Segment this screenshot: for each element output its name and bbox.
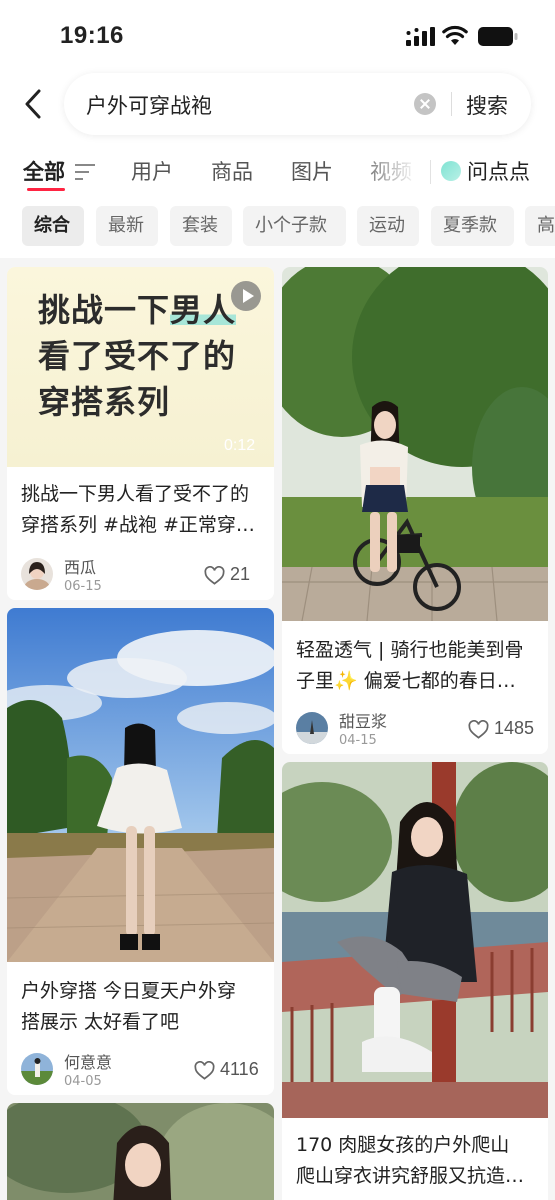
video-duration: 0:12 <box>224 437 256 454</box>
avatar[interactable] <box>21 1053 53 1085</box>
card-cover-image <box>282 267 548 621</box>
feed-card[interactable]: 户外穿搭 今日夏天户外穿 搭展示 太好看了吧 何意意 04-05 4116 <box>7 608 274 1095</box>
feed-card-video[interactable]: 挑战一下男人 看了受不了的 穿搭系列 0:12 挑战一下男人看了受不了的 穿搭系… <box>7 267 274 600</box>
back-arrow-icon[interactable] <box>18 86 50 122</box>
author-name[interactable]: 何意意 <box>64 1049 112 1073</box>
chip-set[interactable]: 套装 <box>170 206 232 246</box>
card-title: 子里✨ 偏爱七都的春日… <box>296 670 516 692</box>
filter-chips: 综合 最新 套装 小个子款 运动 夏季款 高 <box>0 206 555 246</box>
header-area: 19:16 户外可穿战袍 搜索 全部 用户 商品 图片 问点点 综合 最新 套装… <box>0 0 555 258</box>
search-input[interactable]: 户外可穿战袍 <box>86 90 212 120</box>
wifi-icon <box>442 25 468 45</box>
card-title: 挑战一下男人看了受不了的 <box>21 483 250 505</box>
battery-icon <box>478 27 518 46</box>
card-title: 170 肉腿女孩的户外爬山 <box>296 1134 510 1156</box>
heart-icon <box>468 720 489 739</box>
card-title: 穿搭系列 #战袍 #正常穿… <box>21 514 255 536</box>
chip-latest[interactable]: 最新 <box>96 206 158 246</box>
like-button[interactable]: 1485 <box>468 718 534 742</box>
filter-icon[interactable] <box>75 164 95 180</box>
post-date: 06-15 <box>64 579 102 594</box>
tab-products[interactable]: 商品 <box>211 156 253 186</box>
cellular-signal-icon <box>406 27 435 46</box>
card-cover-image <box>282 762 548 1118</box>
tab-users[interactable]: 用户 <box>131 156 173 186</box>
clear-search-icon[interactable] <box>414 93 436 115</box>
result-tabs: 全部 用户 商品 图片 视频 问点点 <box>0 150 555 194</box>
like-button[interactable]: 21 <box>204 564 260 588</box>
like-count: 1485 <box>494 718 535 738</box>
post-date: 04-05 <box>64 1074 102 1089</box>
like-count: 21 <box>230 564 251 584</box>
chip-petite[interactable]: 小个子款 <box>243 206 346 246</box>
cover-text-highlight: 男人 <box>170 291 237 329</box>
card-cover: 挑战一下男人 看了受不了的 穿搭系列 0:12 <box>7 267 274 467</box>
search-divider <box>451 92 452 116</box>
card-title: 搭展示 太好看了吧 <box>21 1011 180 1033</box>
feed-card[interactable]: 170 肉腿女孩的户外爬山 爬山穿衣讲究舒服又抗造… <box>282 762 548 1200</box>
feed-card[interactable] <box>7 1103 274 1200</box>
chip-sport[interactable]: 运动 <box>357 206 419 246</box>
card-title: 户外穿搭 今日夏天户外穿 <box>21 980 237 1002</box>
card-cover-image <box>7 608 274 962</box>
search-button[interactable]: 搜索 <box>466 90 508 120</box>
search-bar[interactable]: 户外可穿战袍 搜索 <box>64 73 531 135</box>
author-name[interactable]: 西瓜 <box>64 554 96 578</box>
cover-text: 看了受不了的 <box>38 337 237 375</box>
chip-comprehensive[interactable]: 综合 <box>22 206 84 246</box>
status-bar: 19:16 <box>0 0 555 70</box>
heart-icon <box>204 566 225 585</box>
active-tab-indicator <box>27 188 65 191</box>
card-cover-image <box>7 1103 274 1200</box>
play-icon <box>231 281 261 311</box>
tab-ask[interactable]: 问点点 <box>467 156 530 186</box>
author-name[interactable]: 甜豆浆 <box>339 708 387 732</box>
tab-separator <box>430 160 431 184</box>
avatar[interactable] <box>296 712 328 744</box>
chip-more[interactable]: 高 <box>525 206 555 246</box>
status-time: 19:16 <box>60 22 124 49</box>
like-count: 4116 <box>220 1059 259 1079</box>
tab-images[interactable]: 图片 <box>291 156 333 186</box>
ask-icon <box>441 161 461 181</box>
post-date: 04-15 <box>339 733 377 748</box>
card-title: 轻盈透气 | 骑行也能美到骨 <box>296 639 524 661</box>
card-title: 爬山穿衣讲究舒服又抗造… <box>296 1165 525 1187</box>
like-button[interactable]: 4116 <box>194 1059 260 1083</box>
heart-icon <box>194 1061 215 1080</box>
feed-card[interactable]: 轻盈透气 | 骑行也能美到骨 子里✨ 偏爱七都的春日… 甜豆浆 04-15 14… <box>282 267 548 754</box>
tab-fade <box>352 150 430 194</box>
cover-text: 挑战一下 <box>38 291 171 329</box>
cover-text: 穿搭系列 <box>38 383 171 421</box>
chip-summer[interactable]: 夏季款 <box>431 206 514 246</box>
avatar[interactable] <box>21 558 53 590</box>
tab-all[interactable]: 全部 <box>23 156 65 186</box>
